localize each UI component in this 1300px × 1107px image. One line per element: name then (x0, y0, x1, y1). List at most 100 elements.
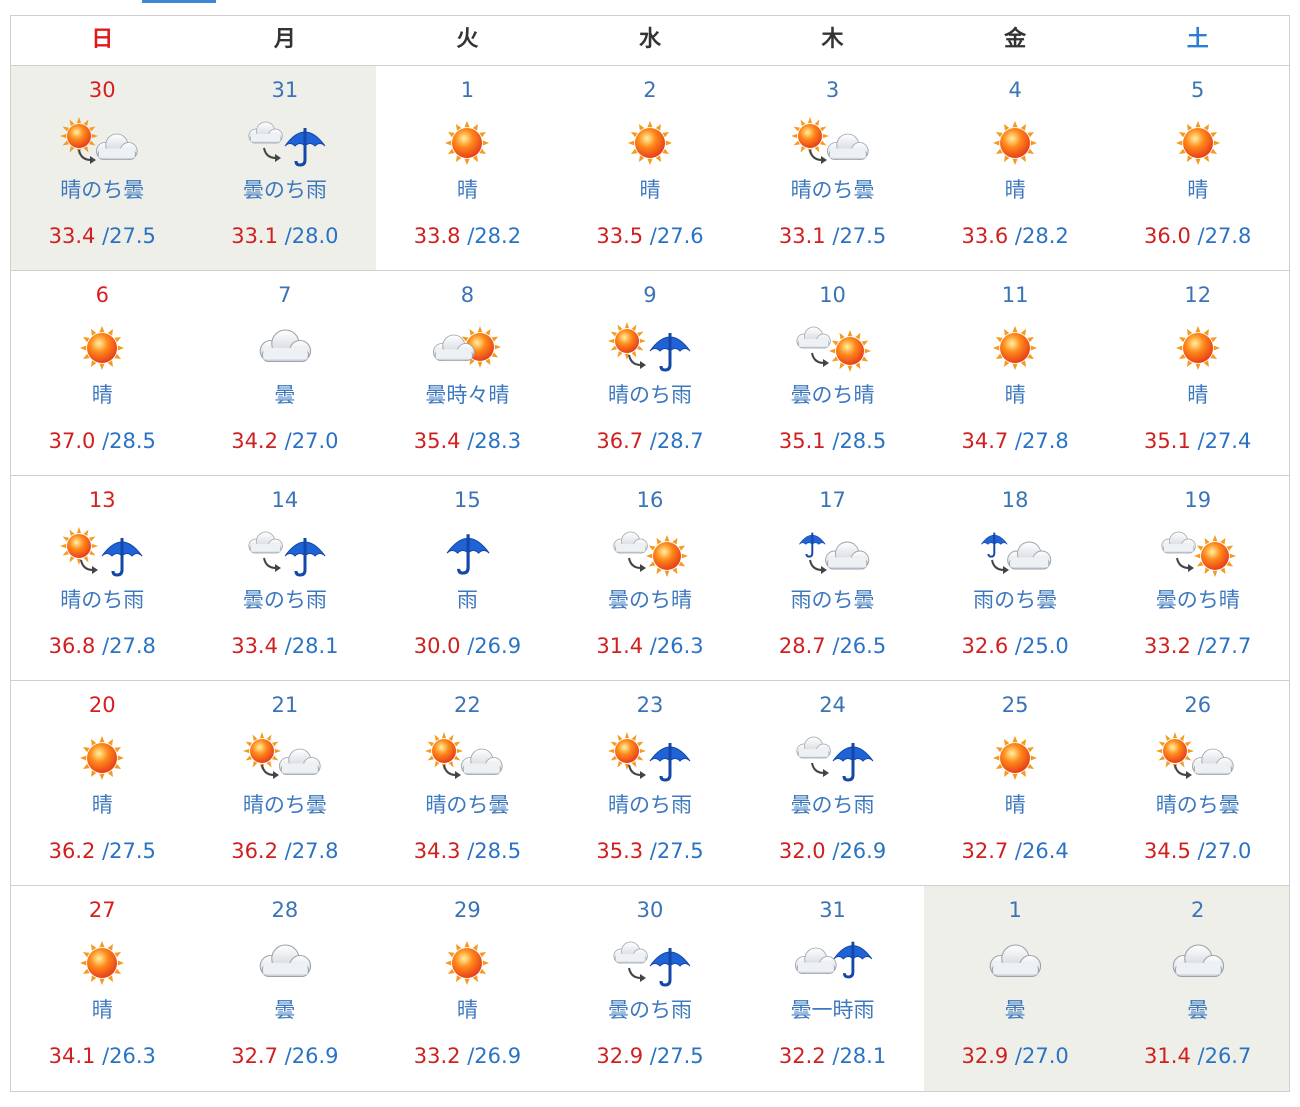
temperature-separator: / (95, 1044, 110, 1068)
day-cell[interactable]: 3 晴のち曇 33.1 /27.5 (741, 66, 924, 270)
then-arrow-icon (628, 967, 646, 982)
day-cell[interactable]: 14 曇のち雨 33.4 /28.1 (194, 476, 377, 680)
day-cell[interactable]: 9 晴のち雨 36.7 /28.7 (559, 271, 742, 475)
temperature-separator: / (643, 1044, 657, 1068)
rain-then-cloud-weather-icon (981, 532, 1052, 574)
day-cell[interactable]: 1 晴 33.8 /28.2 (376, 66, 559, 270)
day-cell[interactable]: 16 曇のち晴 31.4 /26.3 (559, 476, 742, 680)
sun-weather-icon (993, 326, 1038, 370)
day-cell[interactable]: 2 曇 31.4 /26.7 (1106, 886, 1289, 1091)
day-number: 12 (1184, 283, 1212, 307)
day-cell[interactable]: 26 晴のち曇 34.5 /27.0 (1106, 681, 1289, 885)
day-cell[interactable]: 30 曇のち雨 32.9 /27.5 (559, 886, 742, 1091)
then-arrow-icon (262, 147, 281, 162)
day-number: 21 (271, 693, 299, 717)
day-number: 8 (460, 283, 475, 307)
weather-description: 曇時々晴 (425, 383, 510, 407)
day-cell[interactable]: 2 晴 33.5 /27.6 (559, 66, 742, 270)
day-cell[interactable]: 6 晴 37.0 /28.5 (11, 271, 194, 475)
day-cell[interactable]: 24 曇のち雨 32.0 /26.9 (741, 681, 924, 885)
day-cell[interactable]: 5 晴 36.0 /27.8 (1106, 66, 1289, 270)
sun-then-cloud-weather-icon (425, 732, 504, 779)
day-cell[interactable]: 10 曇のち晴 35.1 /28.5 (741, 271, 924, 475)
cloud-weather-icon (259, 329, 311, 363)
weekday-header: 日月火水木金土 (11, 16, 1289, 66)
temperature-separator: / (460, 634, 475, 658)
week-row: 6 晴 37.0 /28.5 7 曇 34.2 /27.0 8 曇時々晴 35.4 /28.3 9… (11, 271, 1289, 476)
high-temperature: 33.4 (48, 224, 96, 248)
day-cell[interactable]: 4 晴 33.6 /28.2 (924, 66, 1107, 270)
temperature-separator: / (1008, 1044, 1023, 1068)
temperature-separator: / (825, 429, 840, 453)
day-cell[interactable]: 15 雨 30.0 /26.9 (376, 476, 559, 680)
day-cell[interactable]: 31 曇一時雨 32.2 /28.1 (741, 886, 924, 1091)
day-cell[interactable]: 19 曇のち晴 33.2 /27.7 (1106, 476, 1289, 680)
day-number: 1 (1008, 898, 1022, 922)
day-cell[interactable]: 22 晴のち曇 34.3 /28.5 (376, 681, 559, 885)
high-temperature: 36.2 (48, 839, 96, 863)
sun-icon (1175, 121, 1220, 165)
day-cell[interactable]: 23 晴のち雨 35.3 /27.5 (559, 681, 742, 885)
sun-icon (242, 732, 281, 770)
temperature-separator: / (277, 224, 292, 248)
temperature: 33.2 /26.9 (376, 1044, 559, 1068)
low-temperature: 28.2 (1022, 224, 1069, 248)
day-cell[interactable]: 7 曇 34.2 /27.0 (194, 271, 377, 475)
day-cell[interactable]: 20 晴 36.2 /27.5 (11, 681, 194, 885)
weather-description: 晴 (1187, 383, 1209, 407)
cloud-icon (826, 133, 869, 160)
day-cell[interactable]: 13 晴のち雨 36.8 /27.8 (11, 476, 194, 680)
day-number: 2 (1191, 898, 1205, 922)
day-cell[interactable]: 30 晴のち曇 33.4 /27.5 (11, 66, 194, 270)
day-number: 7 (278, 283, 292, 307)
weather-description: 曇のち雨 (242, 178, 327, 202)
day-cell[interactable]: 27 晴 34.1 /26.3 (11, 886, 194, 1091)
day-cell[interactable]: 12 晴 35.1 /27.4 (1106, 271, 1289, 475)
day-cell[interactable]: 28 曇 32.7 /26.9 (194, 886, 377, 1091)
low-temperature: 28.5 (474, 839, 522, 863)
sun-then-rain-weather-icon (60, 527, 143, 577)
day-cell[interactable]: 1 曇 32.9 /27.0 (923, 886, 1107, 1091)
day-number: 28 (271, 898, 299, 922)
sun-weather-icon (80, 736, 125, 780)
temperature: 32.9 /27.0 (924, 1044, 1107, 1068)
temperature: 33.8 /28.2 (376, 224, 559, 248)
temperature-separator: / (1190, 1044, 1205, 1068)
temperature-separator: / (825, 839, 840, 863)
high-temperature: 31.4 (1144, 1044, 1191, 1068)
low-temperature: 28.1 (839, 1044, 887, 1068)
sun-icon (60, 117, 99, 155)
day-number: 24 (819, 693, 846, 717)
low-temperature: 27.5 (839, 224, 887, 248)
temperature: 36.8 /27.8 (11, 634, 194, 658)
umbrella-icon (798, 532, 826, 558)
day-cell[interactable]: 29 晴 33.2 /26.9 (376, 886, 559, 1091)
low-temperature: 26.3 (109, 1044, 156, 1068)
cloud-then-rain-weather-icon (248, 121, 326, 167)
day-cell[interactable]: 8 曇時々晴 35.4 /28.3 (376, 271, 559, 475)
umbrella-icon (832, 743, 873, 782)
day-cell[interactable]: 31 曇のち雨 33.1 /28.0 (193, 66, 377, 270)
temperature: 32.7 /26.4 (924, 839, 1107, 863)
day-cell[interactable]: 11 晴 34.7 /27.8 (924, 271, 1107, 475)
day-number: 14 (271, 488, 299, 512)
day-cell[interactable]: 17 雨のち曇 28.7 /26.5 (741, 476, 924, 680)
temperature: 35.1 /27.4 (1106, 429, 1289, 453)
temperature: 28.7 /26.5 (741, 634, 924, 658)
low-temperature: 28.5 (839, 429, 887, 453)
cloud-icon (1172, 944, 1224, 978)
weather-description: 晴 (456, 178, 478, 202)
umbrella-icon (649, 948, 691, 987)
day-cell[interactable]: 21 晴のち曇 36.2 /27.8 (194, 681, 377, 885)
day-cell[interactable]: 18 雨のち曇 32.6 /25.0 (924, 476, 1107, 680)
high-temperature: 32.0 (778, 839, 826, 863)
cloud-then-sun-weather-icon (613, 531, 688, 577)
weather-description: 曇のち雨 (607, 998, 692, 1022)
temperature: 35.4 /28.3 (376, 429, 559, 453)
sun-then-cloud-weather-icon (1155, 732, 1234, 779)
low-temperature: 28.2 (474, 224, 522, 248)
weather-description: 晴のち曇 (242, 793, 327, 817)
day-cell[interactable]: 25 晴 32.7 /26.4 (924, 681, 1107, 885)
temperature: 34.5 /27.0 (1106, 839, 1289, 863)
temperature: 32.2 /28.1 (741, 1044, 924, 1068)
